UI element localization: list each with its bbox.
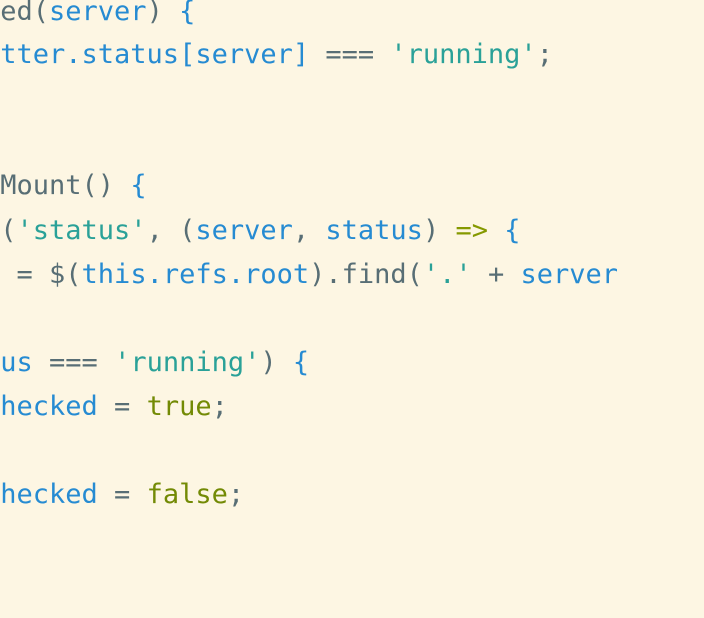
code-line-4: n('status', (server, status) => { bbox=[0, 209, 521, 253]
code-token: ked( bbox=[0, 0, 50, 27]
code-token: checked bbox=[0, 391, 98, 422]
code-token: 'running' bbox=[114, 347, 261, 378]
code-token: { bbox=[292, 347, 310, 378]
code-token: status bbox=[325, 215, 423, 246]
code-line-3: dMount() { bbox=[0, 164, 147, 208]
code-token: server bbox=[520, 259, 619, 290]
code-token: ; bbox=[227, 479, 245, 510]
code-token: => bbox=[455, 215, 488, 246]
code-token: = bbox=[97, 391, 147, 422]
code-token: '.' bbox=[422, 259, 472, 290]
code-line-9: checked = false; bbox=[0, 473, 244, 517]
code-line-5: e = $(this.refs.root).find('.' + server bbox=[0, 253, 618, 297]
code-token: false bbox=[146, 479, 228, 510]
code-token: ).find( bbox=[309, 259, 423, 290]
code-token: ; bbox=[211, 391, 228, 422]
code-token: { bbox=[504, 215, 521, 246]
code-token: ) bbox=[422, 215, 456, 246]
code-editor[interactable]: ked(server) { itter.status[server] === '… bbox=[0, 0, 704, 618]
code-token: checked bbox=[0, 479, 98, 510]
code-token: { bbox=[130, 170, 147, 201]
code-token: this.refs.root bbox=[81, 259, 310, 290]
code-token: { bbox=[179, 0, 196, 27]
code-token: , ( bbox=[146, 215, 196, 246]
code-token: true bbox=[146, 391, 212, 422]
code-token: ) bbox=[146, 0, 180, 27]
code-view[interactable]: ked(server) { itter.status[server] === '… bbox=[0, 0, 704, 618]
code-token: === bbox=[32, 347, 115, 378]
code-line-6: tus === 'running') { bbox=[0, 341, 309, 385]
code-token: ; bbox=[536, 39, 553, 70]
code-token: 'status' bbox=[16, 215, 147, 246]
code-token: tus bbox=[0, 347, 33, 378]
code-token: = $( bbox=[0, 259, 82, 290]
code-token: + bbox=[471, 259, 521, 290]
code-token: ) bbox=[260, 347, 293, 378]
code-token: , bbox=[292, 215, 326, 246]
code-token: === bbox=[309, 39, 391, 70]
code-token: 'running' bbox=[390, 39, 537, 70]
code-line-1: ked(server) { bbox=[0, 0, 195, 34]
code-token: n( bbox=[0, 215, 17, 246]
code-line-7: checked = true; bbox=[0, 385, 228, 429]
code-token: = bbox=[97, 479, 147, 510]
code-token: server bbox=[49, 0, 147, 27]
code-token: server bbox=[195, 215, 293, 246]
code-token: itter.status[server] bbox=[0, 39, 310, 70]
code-line-2: itter.status[server] === 'running'; bbox=[0, 33, 553, 77]
code-token: dMount() bbox=[0, 170, 115, 201]
